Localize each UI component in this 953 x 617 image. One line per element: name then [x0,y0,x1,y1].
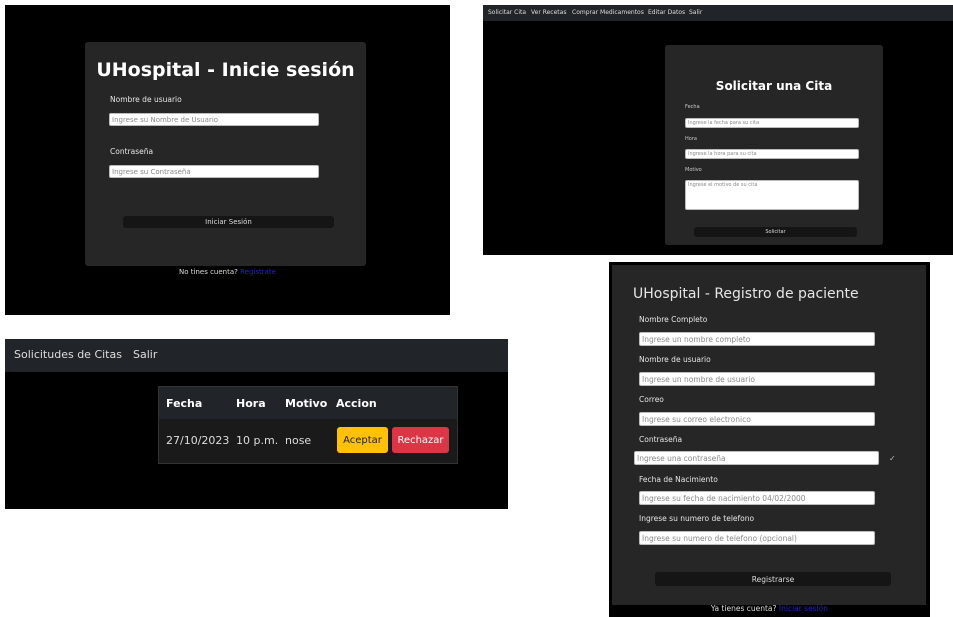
nav-item-solicitar-cita[interactable]: Solicitar Cita [488,9,526,16]
birthdate-input[interactable] [639,491,875,505]
username-label: Nombre de usuario [639,355,711,364]
reject-button[interactable]: Rechazar [392,427,449,453]
accept-button[interactable]: Aceptar [337,427,388,453]
username-input[interactable] [109,113,319,126]
full-name-input[interactable] [639,332,875,346]
nav-item-ver-recetas[interactable]: Ver Recetas [531,9,566,16]
username-input[interactable] [639,372,875,386]
solicitar-button[interactable]: Solicitar [694,227,857,237]
motivo-textarea[interactable] [685,180,859,210]
nav-item-salir[interactable]: Salir [689,9,702,16]
nav-item-salir[interactable]: Salir [133,348,157,361]
register-link[interactable]: Registrate [240,268,276,276]
table-header: Fecha Hora Motivo Accion [159,387,457,419]
column-header-accion: Accion [336,397,377,410]
password-input[interactable] [109,165,319,178]
email-label: Correo [639,395,664,404]
password-label: Contraseña [110,147,154,156]
password-label: Contraseña [639,435,683,444]
register-prompt-text: No tines cuenta? [179,268,238,276]
hora-label: Hora [685,136,697,142]
phone-label: Ingrese su numero de telefono [639,514,755,523]
email-input[interactable] [639,412,875,426]
fecha-label: Fecha [685,104,700,110]
birthdate-label: Fecha de Nacimiento [639,475,718,484]
column-header-fecha: Fecha [166,397,203,410]
registration-title: UHospital - Registro de paciente [633,286,859,302]
login-title: UHospital - Inicie sesión [96,59,355,81]
requests-table: Fecha Hora Motivo Accion 27/10/2023 10 p… [158,386,458,464]
username-label: Nombre de usuario [110,95,182,104]
column-header-hora: Hora [236,397,266,410]
doctor-navbar: Solicitudes de Citas Salir [5,339,508,372]
hora-input[interactable] [685,149,859,159]
register-prompt: No tines cuenta? Registrate [5,268,450,276]
nav-item-editar-datos[interactable]: Editar Datos [648,9,685,16]
login-screen: UHospital - Inicie sesión Nombre de usua… [5,5,450,315]
register-button[interactable]: Registrarse [655,572,891,586]
motivo-label: Motivo [685,167,702,173]
registration-screen: UHospital - Registro de paciente Nombre … [609,262,930,617]
login-prompt: Ya tienes cuenta? Iniciar sesión [609,604,930,613]
login-link[interactable]: Iniciar sesión [779,604,828,613]
cell-hora: 10 p.m. [236,434,279,447]
appointment-title: Solicitar una Cita [715,79,833,93]
password-input[interactable] [634,451,879,465]
fecha-input[interactable] [685,118,859,128]
login-button[interactable]: Iniciar Sesión [123,216,334,228]
nav-item-comprar-medicamentos[interactable]: Comprar Medicamentos [572,9,644,16]
appointment-request-screen: Solicitar Cita Ver Recetas Comprar Medic… [483,5,953,255]
appointment-requests-screen: Solicitudes de Citas Salir Fecha Hora Mo… [5,339,508,509]
check-icon: ✓ [889,454,896,463]
phone-input[interactable] [639,531,875,545]
login-card: UHospital - Inicie sesión Nombre de usua… [85,42,366,266]
full-name-label: Nombre Completo [639,315,708,324]
registration-card: UHospital - Registro de paciente Nombre … [612,265,926,605]
patient-navbar: Solicitar Cita Ver Recetas Comprar Medic… [483,5,953,21]
appointment-card: Solicitar una Cita Fecha Hora Motivo Sol… [665,45,883,245]
cell-motivo: nose [285,434,312,447]
cell-fecha: 27/10/2023 [166,434,230,447]
nav-item-solicitudes-de-citas[interactable]: Solicitudes de Citas [14,348,122,361]
login-prompt-text: Ya tienes cuenta? [710,604,777,613]
column-header-motivo: Motivo [285,397,328,410]
